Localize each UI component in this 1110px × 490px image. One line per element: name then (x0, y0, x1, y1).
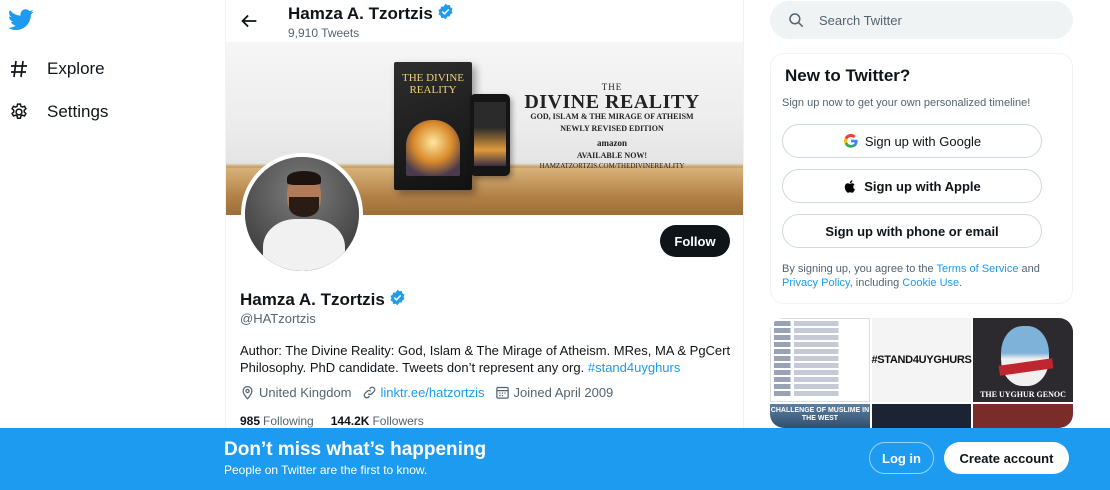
joined-item: Joined April 2009 (495, 385, 614, 400)
media-tile[interactable]: CHALLENGE OF MUSLIME IN THE WEST (770, 404, 870, 428)
left-nav: Explore Settings (0, 0, 225, 490)
signup-google-label: Sign up with Google (864, 133, 982, 149)
calendar-icon (495, 386, 509, 399)
link-icon (363, 386, 375, 399)
banner-line4: NEWLY REVISED EDITION (560, 124, 664, 133)
location-item: United Kingdom (240, 385, 352, 400)
login-button[interactable]: Log in (869, 442, 934, 474)
profile-bio: Author: The Divine Reality: God, Islam &… (240, 342, 740, 376)
terms-and: and (1021, 263, 1040, 275)
profile-name: Hamza A. Tzortzis (240, 289, 406, 311)
terms-prefix: By signing up, you agree to the (782, 263, 934, 275)
gear-icon (8, 101, 30, 123)
apple-icon (845, 179, 856, 193)
media-tile-text: CHALLENGE OF MUSLIME IN THE WEST (770, 407, 870, 422)
tweet-count: 9,910 Tweets (288, 26, 360, 40)
terms-of-service-link[interactable]: Terms of Service (937, 263, 1019, 275)
media-tile[interactable] (973, 404, 1073, 428)
media-tile[interactable] (872, 404, 971, 428)
signup-terms: By signing up, you agree to the Terms of… (782, 262, 1052, 290)
signup-title: New to Twitter? (785, 66, 911, 85)
signup-panel: New to Twitter? Sign up now to get your … (770, 53, 1073, 304)
verified-badge-icon (389, 289, 406, 311)
following-label[interactable]: Following (263, 414, 314, 428)
banner-book: THE DIVINE REALITY (394, 62, 472, 190)
profile-name-text: Hamza A. Tzortzis (240, 290, 385, 309)
nav-item-settings[interactable]: Settings (8, 99, 108, 125)
signup-apple-button[interactable]: Sign up with Apple (782, 169, 1042, 203)
terms-end: . (959, 277, 963, 289)
right-sidebar: New to Twitter? Sign up now to get your … (770, 0, 1074, 490)
terms-including: , including (849, 277, 900, 289)
signup-apple-label: Sign up with Apple (864, 178, 981, 194)
privacy-policy-link[interactable]: Privacy Policy (782, 277, 850, 289)
nav-item-label: Explore (47, 59, 105, 78)
banner-line2: DIVINE REALITY (524, 91, 700, 113)
profile-handle: @HATzortzis (240, 311, 316, 326)
profile-column: Hamza A. Tzortzis 9,910 Tweets THE DIVIN… (225, 0, 744, 490)
signup-google-button[interactable]: Sign up with Google (782, 124, 1042, 158)
media-tile[interactable] (770, 318, 870, 402)
bottom-bar-subtitle: People on Twitter are the first to know. (224, 463, 428, 477)
joined-text: Joined April 2009 (513, 385, 614, 400)
signup-phone-label: Sign up with phone or email (825, 223, 999, 239)
following-count[interactable]: 985 (240, 414, 260, 428)
twitter-bird-icon[interactable] (7, 9, 34, 31)
cookie-use-link[interactable]: Cookie Use (902, 277, 959, 289)
banner-book-title: THE DIVINE REALITY (401, 72, 464, 96)
banner-line5: amazon (597, 138, 627, 148)
bio-hashtag-link[interactable]: #stand4uyghurs (588, 360, 681, 375)
media-tile-text: THE UYGHUR GENOC (980, 390, 1066, 399)
back-arrow-icon[interactable] (238, 10, 260, 32)
location-pin-icon (242, 385, 253, 400)
search-icon (789, 13, 804, 28)
media-tile[interactable]: #STAND4UYGHURS (871, 318, 972, 402)
verified-badge-icon (437, 3, 454, 25)
banner-book-art (406, 120, 460, 176)
follow-stats: 985 Following 144.2K Followers (240, 414, 441, 428)
banner-phone (470, 94, 510, 176)
avatar[interactable] (241, 153, 363, 275)
media-tile[interactable]: THE UYGHUR GENOC (973, 318, 1073, 402)
banner-line3: GOD, ISLAM & THE MIRAGE OF ATHEISM (530, 112, 694, 121)
hashtag-icon (8, 58, 30, 80)
follow-button[interactable]: Follow (660, 225, 730, 257)
signup-phone-button[interactable]: Sign up with phone or email (782, 214, 1042, 248)
location-text: United Kingdom (259, 385, 352, 400)
search-input[interactable] (819, 12, 1049, 28)
signup-banner-bar: Don’t miss what’s happening People on Tw… (0, 428, 1110, 490)
media-grid: #STAND4UYGHURS THE UYGHUR GENOC CHALLENG… (770, 318, 1073, 428)
followers-label[interactable]: Followers (372, 414, 423, 428)
banner-line7: HAMZATZORTZIS.COM/THEDIVINEREALITY (539, 162, 685, 170)
header-name: Hamza A. Tzortzis (288, 3, 454, 25)
profile-header-bar: Hamza A. Tzortzis 9,910 Tweets (226, 0, 743, 42)
bottom-bar-title: Don’t miss what’s happening (224, 439, 487, 460)
banner-text: THE DIVINE REALITY GOD, ISLAM & THE MIRA… (512, 82, 712, 170)
profile-meta: United Kingdom linktr.ee/hatzortzis Join… (240, 385, 623, 400)
nav-item-label: Settings (47, 102, 109, 121)
create-account-button[interactable]: Create account (944, 442, 1069, 474)
nav-item-explore[interactable]: Explore (8, 56, 105, 82)
signup-subtitle: Sign up now to get your own personalized… (782, 97, 1031, 109)
search-box[interactable] (770, 1, 1073, 39)
website-link[interactable]: linktr.ee/hatzortzis (381, 385, 485, 400)
website-item: linktr.ee/hatzortzis (362, 385, 485, 400)
media-tile-text: #STAND4UYGHURS (871, 354, 972, 366)
google-icon (843, 133, 858, 148)
banner-line6: AVAILABLE NOW! (576, 151, 648, 160)
followers-count[interactable]: 144.2K (331, 414, 370, 428)
header-name-text: Hamza A. Tzortzis (288, 4, 433, 23)
